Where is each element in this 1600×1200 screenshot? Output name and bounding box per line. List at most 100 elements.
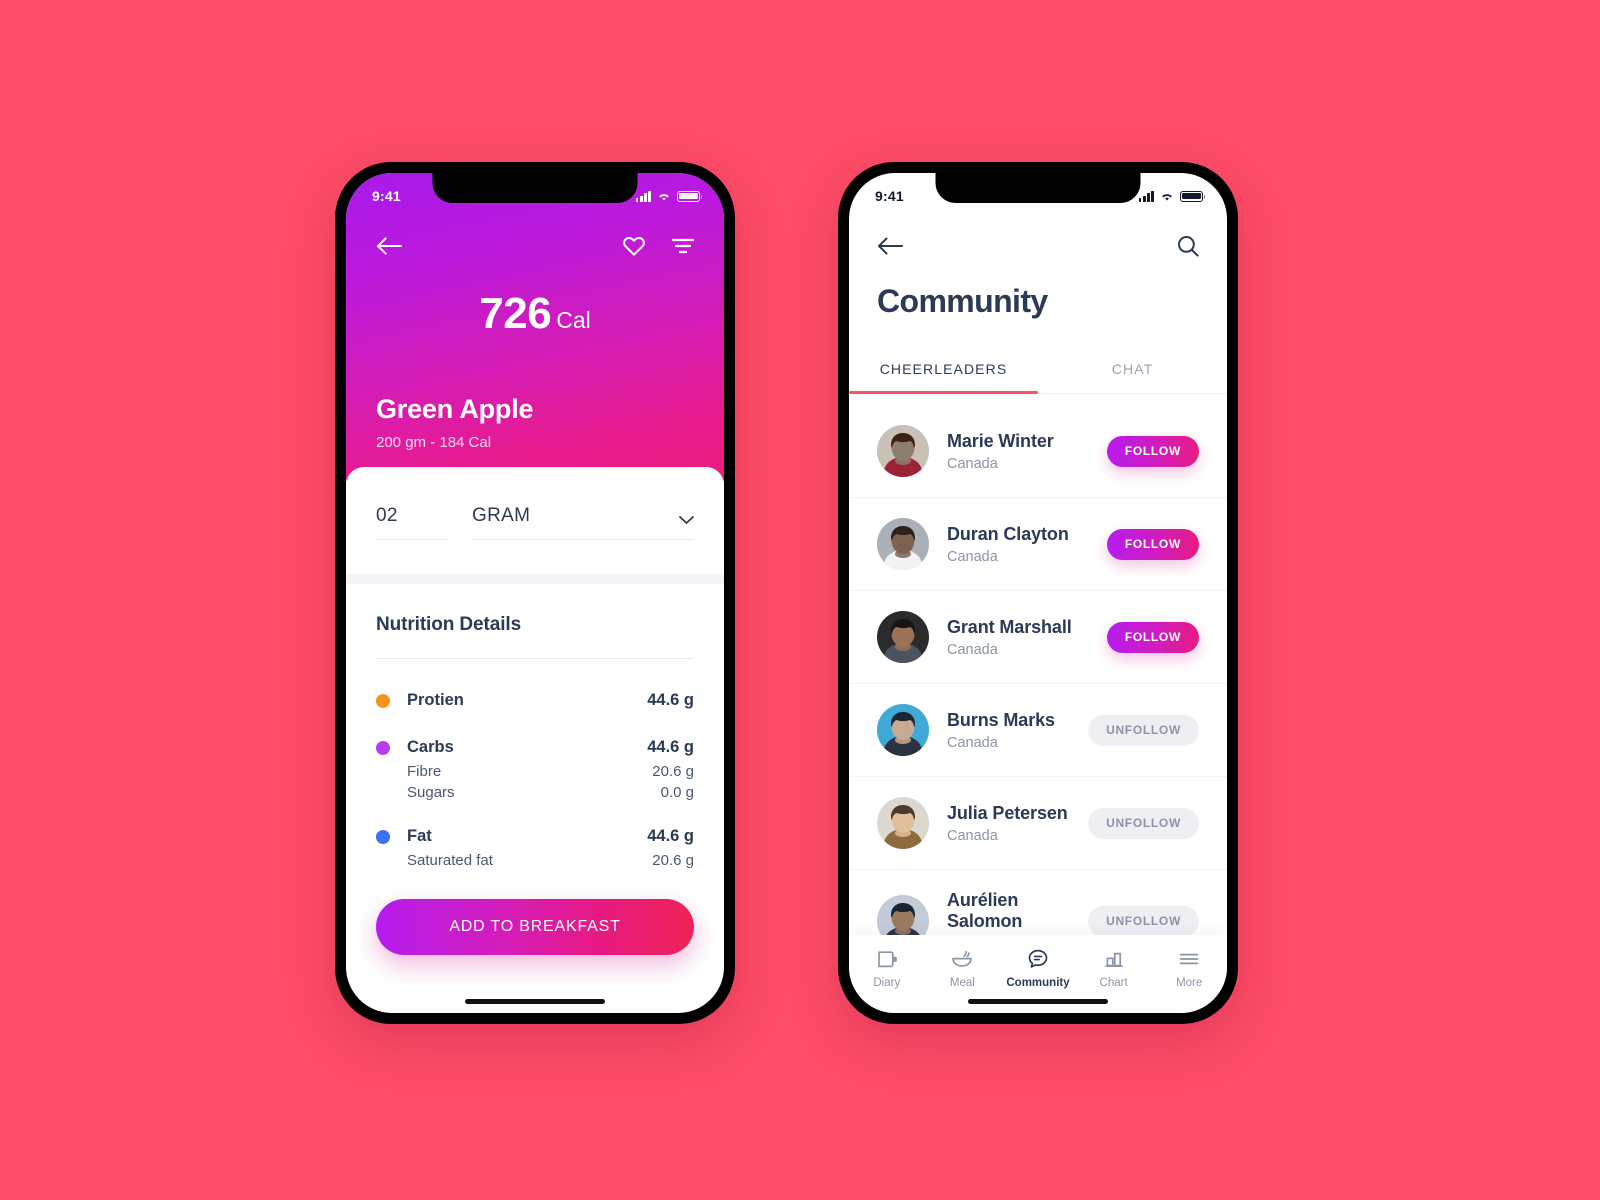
nutrition-row: Protien 44.6 g [376,681,694,714]
signal-icon [635,190,651,202]
person-location: Canada [947,641,998,658]
bar-chart-icon [1102,947,1126,971]
avatar [877,425,929,477]
tabbar-item-label: Chart [1099,977,1128,989]
tabbar-item-community[interactable]: Community [1000,947,1076,989]
back-button[interactable] [877,236,903,259]
tabbar-item-label: More [1176,977,1203,989]
food-subtitle: 200 gm - 184 Cal [376,434,492,451]
tab-chat[interactable]: CHAT [1038,349,1227,393]
screenshot-stage: 9:41 726 Cal Green Apple 200 gm - 184 Ca… [0,0,1600,1200]
quantity-input[interactable]: 02 [376,505,448,540]
tabbar-item-label: Community [1006,977,1070,989]
nutrition-row: Fat 44.6 g [376,817,694,850]
quantity-value: 02 [376,505,398,526]
list-item[interactable]: Julia Petersen Canada UNFOLLOW [849,777,1227,870]
person-name: Marie Winter [947,430,1054,451]
card-divider [346,574,724,584]
community-screen: 9:41 Community CHEERLEADERS CHAT Marie W… [849,173,1227,1013]
person-info: Grant Marshall Canada [947,617,1107,658]
arrow-left-icon [877,236,903,259]
notch [935,173,1141,203]
nutrition-list: Protien 44.6 g Carbs 44.6 g Fibre 20.6 g Sugar… [376,659,694,871]
nutrition-card: Nutrition Details Protien 44.6 g Carbs 44.6… [346,584,724,872]
nutrition-subrow: Sugars 0.0 g [376,782,694,803]
avatar [877,611,929,663]
filter-icon [671,238,695,257]
follow-button[interactable]: FOLLOW [1106,435,1199,467]
nutrient-name: Fat [407,827,432,846]
tabbar-item-meal[interactable]: Meal [925,947,1001,989]
quantity-row: 02 GRAM [376,505,694,540]
search-icon [1177,235,1199,260]
home-indicator [968,999,1108,1004]
list-item[interactable]: Marie Winter Canada FOLLOW [849,405,1227,498]
person-name: Grant Marshall [947,616,1072,637]
tabbar-item-diary[interactable]: Diary [849,947,925,989]
tabbar-item-more[interactable]: More [1151,947,1227,989]
back-button[interactable] [376,236,402,259]
person-name: Aurélien Salomon [947,890,1023,931]
chevron-down-icon [679,512,694,524]
person-info: Duran Clayton Canada [947,524,1107,565]
signal-icon [1138,190,1154,202]
filter-button[interactable] [671,238,695,257]
follow-button[interactable]: FOLLOW [1106,621,1199,653]
person-name: Duran Clayton [947,523,1069,544]
battery-icon [1180,190,1206,202]
follow-button[interactable]: FOLLOW [1106,528,1199,560]
cta-container: ADD TO BREAKFAST [376,899,694,955]
person-name: Burns Marks [947,709,1055,730]
add-to-breakfast-button[interactable]: ADD TO BREAKFAST [376,899,694,955]
nutrition-subrow: Fibre 20.6 g [376,761,694,782]
nutrient-value: 44.6 g [647,738,694,757]
food-header-nav [376,235,695,260]
diary-icon [875,947,899,971]
nutrient-color-dot [376,693,390,708]
nutrition-subrow: Saturated fat 20.6 g [376,850,694,871]
unit-select[interactable]: GRAM [472,505,694,540]
cheerleaders-list[interactable]: Marie Winter Canada FOLLOW Duran Clayton Can… [849,405,1227,1013]
quantity-card: 02 GRAM [346,467,724,574]
nutrient-color-dot [376,829,390,844]
nutrient-value: 44.6 g [647,827,694,846]
arrow-left-icon [376,236,402,259]
list-item[interactable]: Grant Marshall Canada FOLLOW [849,591,1227,684]
community-nav [877,235,1199,260]
avatar [877,704,929,756]
sub-nutrient-value: 20.6 g [652,852,694,870]
sub-nutrient-name: Fibre [407,763,442,781]
food-header-actions [622,235,695,260]
person-info: Burns Marks Canada [947,710,1088,751]
unfollow-button[interactable]: UNFOLLOW [1088,807,1199,839]
food-header: 726 Cal Green Apple 200 gm - 184 Cal [346,173,724,481]
person-location: Canada [947,455,998,472]
status-time: 9:41 [875,188,904,204]
avatar [877,797,929,849]
phone-food-detail: 9:41 726 Cal Green Apple 200 gm - 184 Ca… [335,162,735,1024]
tab-cheerleaders[interactable]: CHEERLEADERS [849,349,1038,395]
sub-nutrient-value: 20.6 g [652,763,694,781]
bowl-icon [950,947,974,971]
nutrient-name: Protien [407,691,464,710]
chat-bubble-icon [1026,947,1050,971]
unfollow-button[interactable]: UNFOLLOW [1088,905,1199,937]
heart-icon [622,235,646,260]
calorie-value: 726 [479,289,552,338]
favorite-button[interactable] [622,235,646,260]
battery-icon [677,190,703,202]
menu-icon [1177,947,1201,971]
person-location: Canada [947,827,998,844]
nutrition-title: Nutrition Details [376,614,522,635]
status-time: 9:41 [372,188,401,204]
list-item[interactable]: Burns Marks Canada UNFOLLOW [849,684,1227,777]
tabbar-item-label: Meal [949,977,975,989]
nutrient-color-dot [376,740,390,755]
person-location: Canada [947,734,998,751]
sub-nutrient-name: Saturated fat [407,852,493,870]
nutrient-value: 44.6 g [647,691,694,710]
tabbar-item-chart[interactable]: Chart [1076,947,1152,989]
unfollow-button[interactable]: UNFOLLOW [1088,714,1199,746]
list-item[interactable]: Duran Clayton Canada FOLLOW [849,498,1227,591]
search-button[interactable] [1177,235,1199,260]
